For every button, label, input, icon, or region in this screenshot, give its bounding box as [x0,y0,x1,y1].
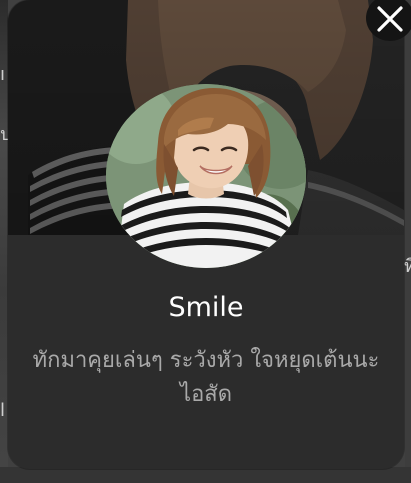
close-icon [377,6,403,32]
avatar-image [106,84,306,268]
background-edge-text: ที [404,256,411,277]
avatar[interactable] [106,84,306,268]
background-edge-text: ı [0,64,6,85]
background-edge-text: l [0,400,6,421]
profile-status-message: ทักมาคุยเล่นๆ ระวังหัว ใจหยุดเต้นนะไอสัด [32,348,380,407]
close-button[interactable] [366,0,411,41]
profile-card: Smile ทักมาคุยเล่นๆ ระวังหัว ใจหยุดเต้นน… [8,0,404,469]
profile-display-name: Smile [168,292,244,323]
background-right-edge [405,0,411,483]
background-bottom-edge [0,467,411,483]
